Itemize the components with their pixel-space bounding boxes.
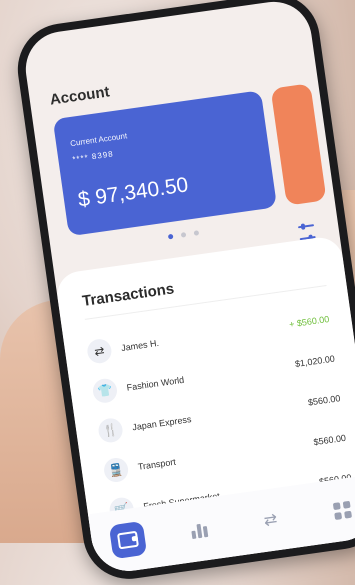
train-icon: 🚆 <box>102 456 130 484</box>
chart-icon <box>190 521 209 540</box>
transaction-amount: + $560.00 <box>288 313 330 330</box>
card-number: **** 8398 <box>71 149 115 165</box>
phone-frame: Account Current Account **** 8398 $ 97,3… <box>11 0 355 585</box>
nav-menu-button[interactable] <box>323 491 355 529</box>
transfer-icon: ⇄ <box>262 511 279 530</box>
carousel-indicator <box>167 230 200 240</box>
transactions-title: Transactions <box>81 280 176 310</box>
carousel-dot-active[interactable] <box>167 233 174 240</box>
shirt-icon: 👕 <box>91 377 119 405</box>
wallet-icon <box>116 530 139 550</box>
app-screen: Account Current Account **** 8398 $ 97,3… <box>20 0 355 576</box>
transactions-panel: Transactions ⇄ James H. + $560.00 👕 Fash… <box>54 234 355 576</box>
transaction-amount: $560.00 <box>312 432 347 448</box>
filter-line <box>297 224 315 229</box>
current-account-card[interactable]: Current Account **** 8398 $ 97,340.50 <box>52 90 278 237</box>
nav-stats-button[interactable] <box>180 511 218 549</box>
carousel-dot[interactable] <box>180 232 187 238</box>
phone-container: Account Current Account **** 8398 $ 97,3… <box>0 0 355 585</box>
nav-transfer-button[interactable]: ⇄ <box>251 501 289 539</box>
card-balance: $ 97,340.50 <box>76 173 190 212</box>
next-card-peek[interactable] <box>270 83 327 206</box>
swap-icon: ⇄ <box>85 337 113 365</box>
card-account-name: Current Account <box>69 131 128 149</box>
nav-wallet-button[interactable] <box>108 520 148 560</box>
transaction-amount: $560.00 <box>307 393 341 408</box>
carousel-dot[interactable] <box>193 230 200 236</box>
fork-knife-icon: 🍴 <box>96 416 125 444</box>
grid-icon <box>332 500 352 520</box>
account-title: Account <box>48 83 111 109</box>
transaction-amount: $1,020.00 <box>294 353 336 370</box>
